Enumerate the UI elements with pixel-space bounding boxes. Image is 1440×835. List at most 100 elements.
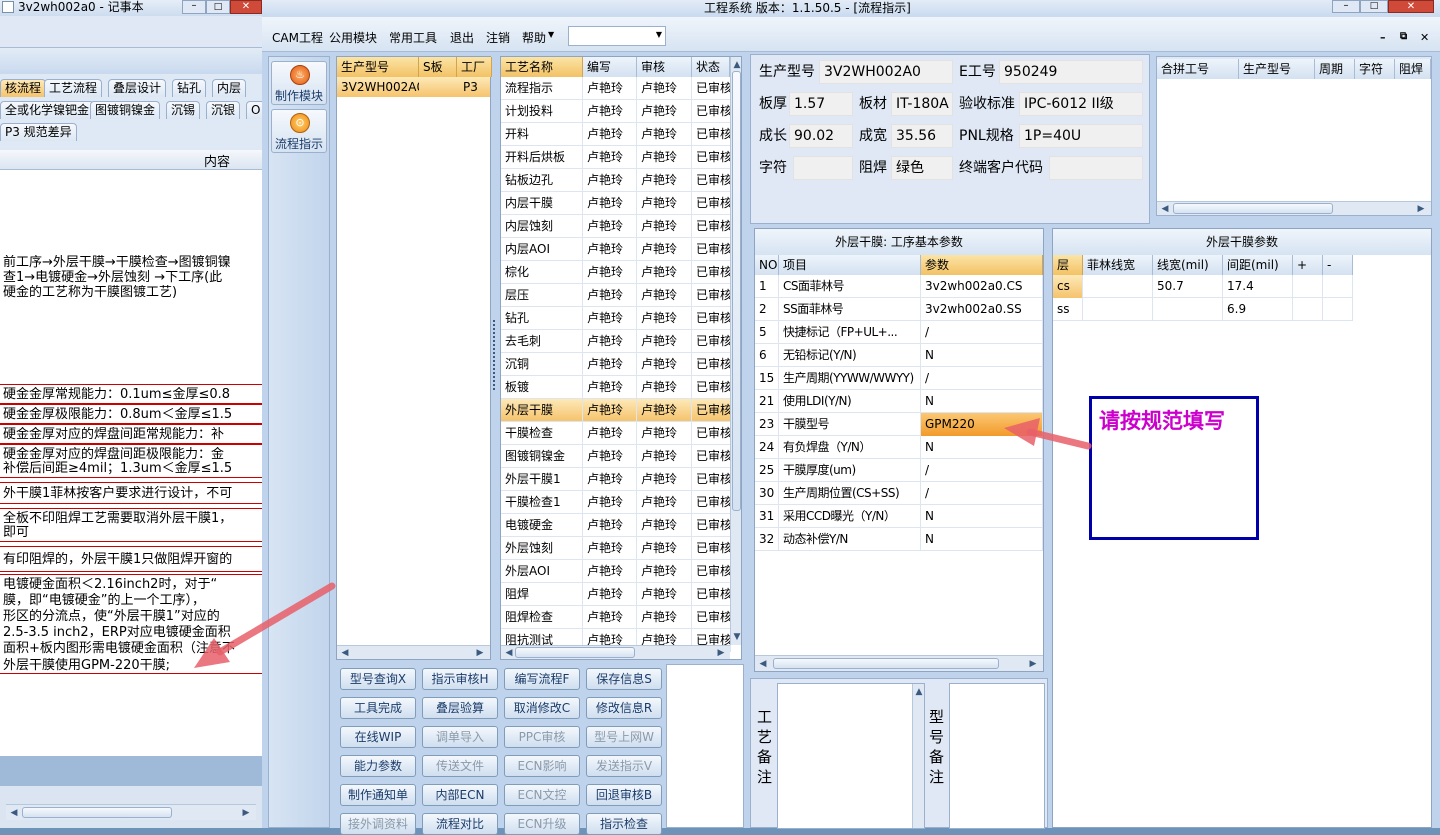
process-row[interactable]: 板镀 卢艳玲 卢艳玲 已审核: [501, 376, 731, 399]
tab-tin[interactable]: 沉锡: [166, 101, 201, 119]
action-button[interactable]: 工具完成: [340, 697, 416, 719]
film-header[interactable]: 菲林线宽: [1083, 255, 1153, 275]
scroll-left-icon[interactable]: ◀: [339, 647, 351, 659]
film-header[interactable]: -: [1323, 255, 1353, 275]
width-field[interactable]: 35.56: [891, 124, 953, 148]
param-row[interactable]: 23 干膜型号 GPM220: [755, 413, 1043, 436]
model-field[interactable]: 3V2WH002A0: [819, 60, 953, 84]
process-hscroll[interactable]: ◀ ▶: [501, 645, 730, 659]
menu-cam[interactable]: CAM工程: [272, 29, 323, 46]
film-cell[interactable]: 17.4: [1223, 275, 1293, 298]
param-value-cell[interactable]: /: [921, 367, 1043, 390]
param-value-cell[interactable]: N: [921, 528, 1043, 551]
thickness-field[interactable]: 1.57: [789, 92, 853, 116]
param-value-cell[interactable]: /: [921, 321, 1043, 344]
film-cell[interactable]: [1323, 298, 1353, 321]
menu-exit[interactable]: 退出: [450, 29, 474, 46]
film-cell[interactable]: [1293, 298, 1323, 321]
process-header[interactable]: 工艺名称: [501, 57, 583, 77]
scroll-up-icon[interactable]: ▲: [913, 686, 925, 698]
scroll-right-icon[interactable]: ▶: [1027, 658, 1039, 670]
tab-inner-layer[interactable]: 内层: [212, 79, 247, 97]
eno-field[interactable]: 950249: [999, 60, 1143, 84]
param-row[interactable]: 32 动态补偿Y/N N: [755, 528, 1043, 551]
film-cell[interactable]: [1293, 275, 1323, 298]
process-row[interactable]: 外层干膜1 卢艳玲 卢艳玲 已审核: [501, 468, 731, 491]
scroll-left-icon[interactable]: ◀: [1159, 203, 1171, 215]
film-cell[interactable]: [1083, 298, 1153, 321]
film-cell[interactable]: 50.7: [1153, 275, 1223, 298]
film-header[interactable]: 层: [1053, 255, 1083, 275]
tab-enepig[interactable]: 全或化学镍钯金: [0, 101, 95, 119]
splitter-grip[interactable]: [493, 320, 497, 390]
param-row[interactable]: 6 无铅标记(Y/N) N: [755, 344, 1043, 367]
scroll-left-icon[interactable]: ◀: [503, 647, 515, 659]
params-header[interactable]: NO: [755, 255, 779, 275]
scroll-left-icon[interactable]: ◀: [8, 807, 20, 819]
model-list-header[interactable]: 工厂: [457, 57, 492, 77]
process-row[interactable]: 阻焊 卢艳玲 卢艳玲 已审核: [501, 583, 731, 606]
standard-field[interactable]: IPC-6012 II级: [1019, 92, 1143, 116]
model-list-row[interactable]: 3V2WH002A0 P3: [337, 77, 490, 97]
process-row[interactable]: 流程指示 卢艳玲 卢艳玲 已审核: [501, 77, 731, 100]
param-value-cell[interactable]: 3v2wh002a0.CS: [921, 275, 1043, 298]
side-button-make-module[interactable]: ♨ 制作模块: [271, 61, 327, 105]
model-list-header[interactable]: 生产型号: [337, 57, 419, 77]
tab-silver[interactable]: 沉银: [206, 101, 241, 119]
scroll-thumb[interactable]: [515, 647, 635, 658]
tab-stack-design[interactable]: 叠层设计: [108, 79, 167, 97]
param-row[interactable]: 2 SS面菲林号 3v2wh002a0.SS: [755, 298, 1043, 321]
mdi-minimize-icon[interactable]: –: [1380, 31, 1386, 44]
text-area[interactable]: 前工序→外层干膜→干膜检查→图镀铜镍 查1→电镀硬金→外层蚀刻 →下工序(此 硬…: [0, 170, 262, 756]
length-field[interactable]: 90.02: [789, 124, 853, 148]
param-row[interactable]: 15 生产周期(YYWW/WWYY) /: [755, 367, 1043, 390]
process-row[interactable]: 图镀铜镍金 卢艳玲 卢艳玲 已审核: [501, 445, 731, 468]
action-button[interactable]: ECN升级: [504, 813, 580, 835]
action-button[interactable]: 编写流程F: [504, 668, 580, 690]
merge-header[interactable]: 字符: [1355, 59, 1395, 79]
film-header[interactable]: 间距(mil): [1223, 255, 1293, 275]
action-button[interactable]: 流程对比: [422, 813, 498, 835]
action-button[interactable]: 指示检查: [586, 813, 662, 835]
process-row[interactable]: 内层蚀刻 卢艳玲 卢艳玲 已审核: [501, 215, 731, 238]
process-row[interactable]: 钻板边孔 卢艳玲 卢艳玲 已审核: [501, 169, 731, 192]
params-header[interactable]: 项目: [779, 255, 921, 275]
action-button[interactable]: ECN影响: [504, 755, 580, 777]
tab-pattern-plating[interactable]: 图镀铜镍金: [90, 101, 161, 119]
scroll-right-icon[interactable]: ▶: [240, 807, 252, 819]
process-row[interactable]: 去毛刺 卢艳玲 卢艳玲 已审核: [501, 330, 731, 353]
combobox-chevron-icon[interactable]: ▼: [656, 30, 662, 39]
tab-flow-review[interactable]: 核流程: [0, 79, 47, 97]
action-button[interactable]: 型号查询X: [340, 668, 416, 690]
param-value-cell[interactable]: /: [921, 482, 1043, 505]
character-field[interactable]: [793, 156, 853, 180]
film-cell[interactable]: 6.9: [1223, 298, 1293, 321]
film-row[interactable]: ss 6.9: [1053, 298, 1353, 321]
param-row[interactable]: 25 干膜厚度(um) /: [755, 459, 1043, 482]
action-button[interactable]: 回退审核B: [586, 784, 662, 806]
material-field[interactable]: IT-180A: [891, 92, 953, 116]
menu-logout[interactable]: 注销: [486, 29, 510, 46]
tab-process-flow[interactable]: 工艺流程: [44, 79, 103, 97]
param-value-cell[interactable]: N: [921, 436, 1043, 459]
merge-header[interactable]: 生产型号: [1239, 59, 1315, 79]
process-row[interactable]: 外层干膜 卢艳玲 卢艳玲 已审核: [501, 399, 731, 422]
action-button[interactable]: 型号上网W: [586, 726, 662, 748]
process-row[interactable]: 计划投料 卢艳玲 卢艳玲 已审核: [501, 100, 731, 123]
restore-button[interactable]: □: [1360, 0, 1388, 13]
film-header[interactable]: +: [1293, 255, 1323, 275]
scroll-right-icon[interactable]: ▶: [474, 647, 486, 659]
action-button[interactable]: 指示审核H: [422, 668, 498, 690]
param-row[interactable]: 30 生产周期位置(CS+SS) /: [755, 482, 1043, 505]
maximize-button[interactable]: □: [206, 0, 230, 14]
action-button[interactable]: 内部ECN: [422, 784, 498, 806]
param-row[interactable]: 1 CS面菲林号 3v2wh002a0.CS: [755, 275, 1043, 298]
process-row[interactable]: 开料后烘板 卢艳玲 卢艳玲 已审核: [501, 146, 731, 169]
action-button[interactable]: 在线WIP: [340, 726, 416, 748]
action-button[interactable]: 发送指示V: [586, 755, 662, 777]
minimize-button[interactable]: –: [182, 0, 206, 14]
model-remark-textarea[interactable]: [949, 683, 1045, 829]
param-value-cell[interactable]: 3v2wh002a0.SS: [921, 298, 1043, 321]
merge-hscroll[interactable]: ◀ ▶: [1157, 201, 1431, 215]
model-list-hscroll[interactable]: ◀ ▶: [337, 645, 490, 659]
